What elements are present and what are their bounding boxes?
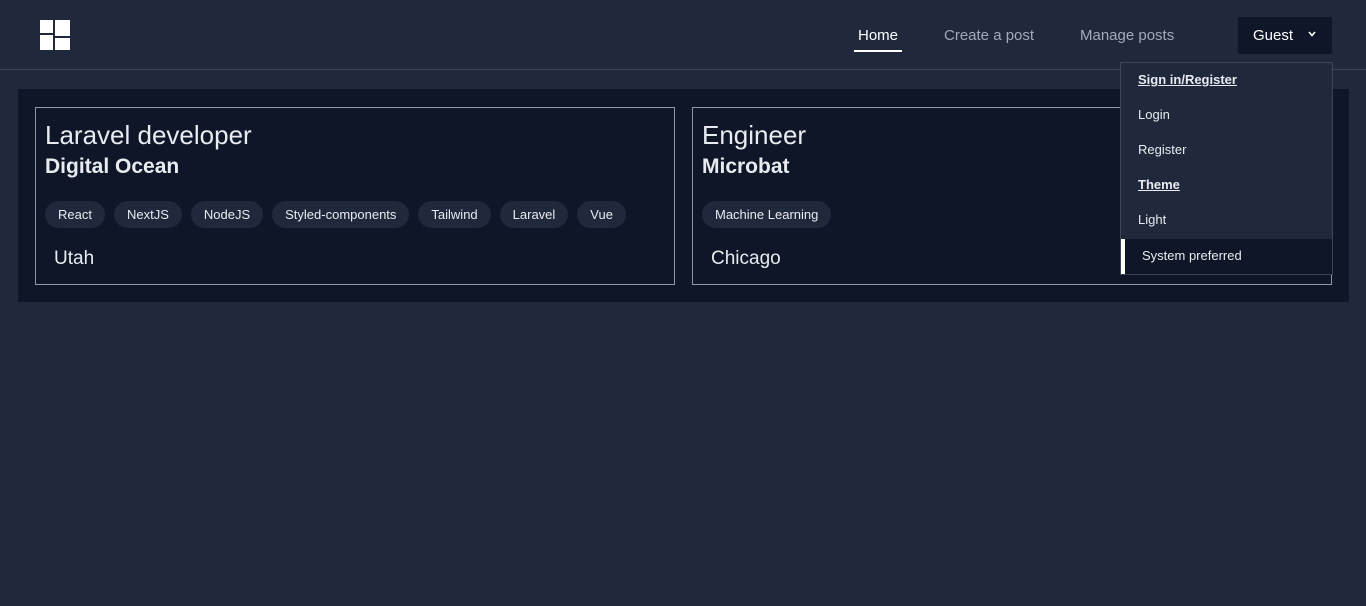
- nav-create-post-link[interactable]: Create a post: [944, 26, 1034, 46]
- post-location: Utah: [54, 248, 95, 269]
- tag-chip[interactable]: Tailwind: [418, 201, 491, 228]
- top-navbar: Home Create a post Manage posts Guest: [0, 0, 1366, 70]
- user-menu-label: Guest: [1253, 27, 1294, 44]
- tag-chip[interactable]: Machine Learning: [702, 201, 832, 228]
- post-title: Laravel developer: [45, 120, 252, 150]
- tag-chip[interactable]: Laravel: [499, 201, 569, 228]
- post-company: Digital Ocean: [45, 155, 180, 178]
- post-title: Engineer: [702, 120, 807, 150]
- dropdown-auth-header[interactable]: Sign in/Register: [1138, 71, 1237, 89]
- nav-home-link[interactable]: Home: [853, 26, 903, 52]
- post-tags: Machine Learning: [702, 201, 832, 228]
- dropdown-theme-system-item[interactable]: System preferred: [1121, 239, 1332, 274]
- dropdown-theme-light-item[interactable]: Light: [1138, 211, 1166, 229]
- post-tags: React NextJS NodeJS Styled-components Ta…: [45, 201, 626, 228]
- dropdown-login-item[interactable]: Login: [1138, 106, 1170, 124]
- tag-chip[interactable]: React: [45, 201, 105, 228]
- user-dropdown-menu: Sign in/Register Login Register Theme Li…: [1120, 62, 1333, 275]
- tag-chip[interactable]: NodeJS: [190, 201, 264, 228]
- tag-chip[interactable]: NextJS: [113, 201, 182, 228]
- tag-chip[interactable]: Vue: [577, 201, 626, 228]
- post-card[interactable]: Laravel developer Digital Ocean React Ne…: [35, 107, 675, 285]
- dropdown-theme-header[interactable]: Theme: [1138, 176, 1180, 194]
- grid-logo-icon[interactable]: [40, 20, 70, 50]
- user-menu-button[interactable]: Guest: [1238, 17, 1332, 54]
- tag-chip[interactable]: Styled-components: [272, 201, 410, 228]
- post-company: Microbat: [702, 155, 790, 178]
- post-location: Chicago: [711, 248, 781, 269]
- dropdown-register-item[interactable]: Register: [1138, 141, 1186, 159]
- nav-manage-posts-link[interactable]: Manage posts: [1080, 26, 1174, 46]
- chevron-down-icon: [1308, 31, 1316, 37]
